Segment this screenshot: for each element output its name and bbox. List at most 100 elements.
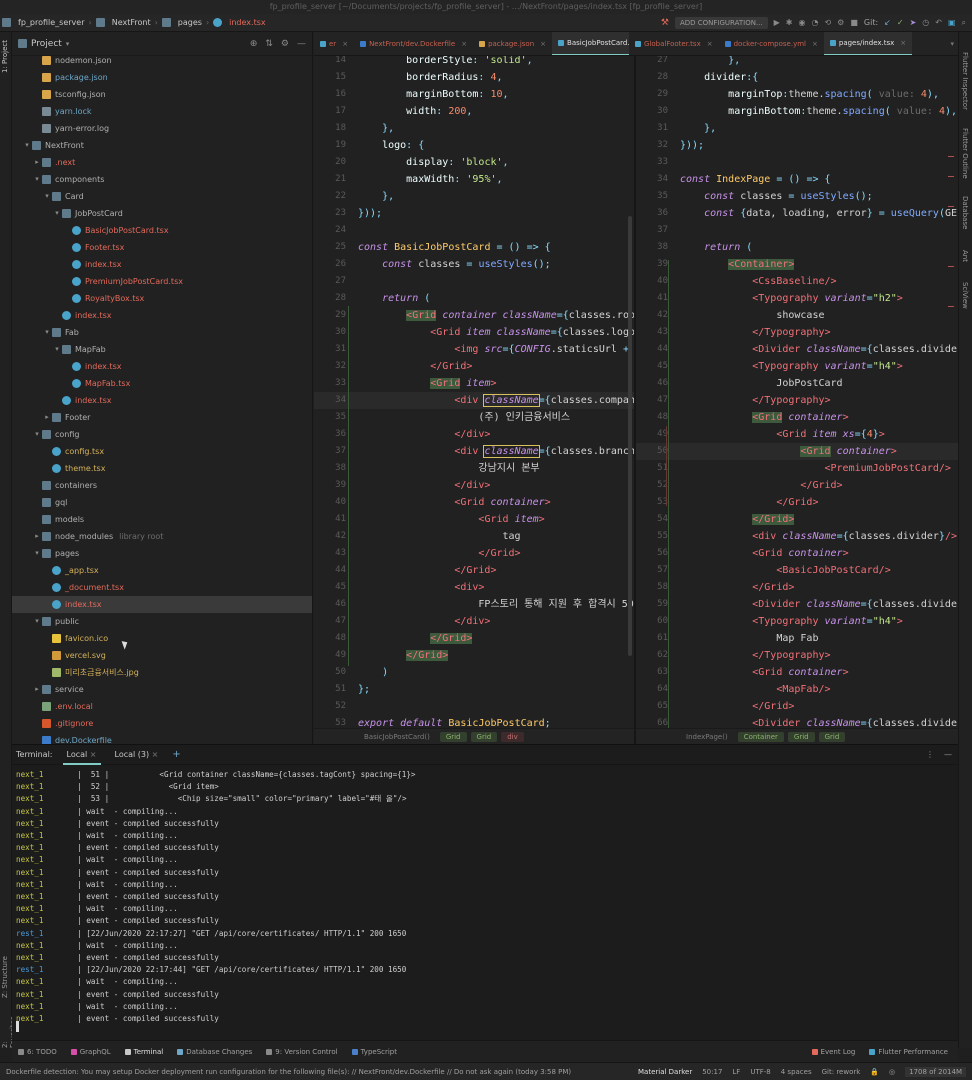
code-line[interactable]: </Grid> <box>358 647 449 664</box>
code-line[interactable]: <MapFab/> <box>680 681 830 698</box>
editor-tab[interactable]: package.json × <box>473 32 552 55</box>
chevron-icon[interactable]: ▾ <box>42 324 52 341</box>
chevron-icon[interactable]: ▾ <box>32 426 42 443</box>
editor-tab[interactable]: er × <box>314 32 354 55</box>
code-line[interactable]: }, <box>358 120 394 137</box>
code-line[interactable]: <Grid container> <box>680 545 848 562</box>
code-line[interactable]: borderRadius: 4, <box>358 69 502 86</box>
tool-window-database-changes[interactable]: Database Changes <box>177 1048 252 1056</box>
editor-tab[interactable]: NextFront/dev.Dockerfile × <box>354 32 473 55</box>
ant-tool-button[interactable]: Ant <box>961 250 969 262</box>
code-line[interactable]: })); <box>358 205 382 222</box>
chevron-icon[interactable]: ▸ <box>42 409 52 426</box>
code-line[interactable]: logo: { <box>358 137 424 154</box>
code-line[interactable]: marginBottom: 10, <box>358 86 508 103</box>
breadcrumb-item[interactable]: Container <box>737 731 784 742</box>
terminal-output[interactable]: next_1 | 51 | <Grid container className=… <box>12 769 958 1041</box>
collapse-icon[interactable]: ⇅ <box>265 39 273 49</box>
debug-icon[interactable]: ✱ <box>786 18 793 27</box>
git-history-icon[interactable]: ◷ <box>922 18 929 27</box>
code-line[interactable]: <Grid item> <box>358 375 497 392</box>
new-terminal-button[interactable]: + <box>172 749 180 760</box>
code-line[interactable]: marginBottom:theme.spacing( value: 4), <box>680 103 957 120</box>
tree-item[interactable]: BasicJobPostCard.tsx <box>12 222 312 239</box>
tree-item[interactable]: gql <box>12 494 312 511</box>
line-number-gutter[interactable]: 27 28 29 30 31 32 33 34 35 36 37 38 39 40 41 42 43 44 45 46… <box>636 56 680 728</box>
code-line[interactable]: width: 200, <box>358 103 472 120</box>
profile-icon[interactable]: ◔ <box>811 18 818 27</box>
code-line[interactable]: <CssBaseline/> <box>680 273 836 290</box>
code-line[interactable]: (주) 인키금융서비스 <box>358 409 570 426</box>
tree-item[interactable]: tsconfig.json <box>12 86 312 103</box>
code-line[interactable]: </Grid> <box>680 494 818 511</box>
chevron-icon[interactable]: ▾ <box>32 171 42 188</box>
line-number-gutter[interactable]: 14 15 16 17 18 19 20 21 22 23 24 25 26 27 28 29 30 31 32 33… <box>314 56 358 728</box>
tree-item[interactable]: ▾ config <box>12 426 312 443</box>
tree-item[interactable]: ▸ .next <box>12 154 312 171</box>
memory-indicator[interactable]: 1708 of 2014M <box>905 1066 966 1077</box>
gear-icon[interactable]: ⚙ <box>281 39 289 49</box>
breadcrumb-item[interactable]: Grid <box>439 731 467 742</box>
editor-tab[interactable]: pages/index.tsx × <box>823 32 913 55</box>
terminal-tab-local-3[interactable]: Local (3) × <box>111 750 163 759</box>
code-line[interactable]: </div> <box>358 613 490 630</box>
breadcrumb-item[interactable]: Grid <box>818 731 846 742</box>
tree-item[interactable]: ▾ Fab <box>12 324 312 341</box>
hide-icon[interactable]: — <box>297 39 306 49</box>
code-line[interactable]: <PremiumJobPostCard/> <box>680 460 951 477</box>
code-line[interactable]: </Grid> <box>358 630 473 647</box>
code-line[interactable]: <img src={CONFIG.staticsUrl + <box>358 341 629 358</box>
code-line[interactable]: <Grid container> <box>358 494 550 511</box>
chevron-icon[interactable]: ▾ <box>32 613 42 630</box>
tree-item[interactable]: models <box>12 511 312 528</box>
editor-scrollbar[interactable] <box>628 216 632 656</box>
git-update-icon[interactable]: ↙ <box>884 18 891 27</box>
code-line[interactable]: </Grid> <box>680 511 795 528</box>
breadcrumb-file[interactable]: index.tsx <box>211 18 267 27</box>
code-line[interactable]: })); <box>680 137 704 154</box>
indent-setting[interactable]: 4 spaces <box>781 1068 812 1076</box>
git-branch[interactable]: Git: rework <box>822 1068 861 1076</box>
code-line[interactable]: <div className={classes.divider}/> <box>680 528 957 545</box>
code-line[interactable]: </Typography> <box>680 647 830 664</box>
right-code-editor[interactable]: 27 28 29 30 31 32 33 34 35 36 37 38 39 40 41 42 43 44 45 46… <box>636 56 958 728</box>
tree-item[interactable]: dev.Dockerfile <box>12 732 312 744</box>
code-line[interactable]: </div> <box>358 426 490 443</box>
code-line[interactable]: const BasicJobPostCard = () => { <box>358 239 551 256</box>
breadcrumb-item[interactable]: Grid <box>470 731 498 742</box>
more-options-icon[interactable]: ⋮ <box>926 750 934 759</box>
tree-item[interactable]: PremiumJobPostCard.tsx <box>12 273 312 290</box>
search-everywhere-icon[interactable]: ⌕ <box>962 18 966 28</box>
event-icon[interactable]: ◎ <box>889 1068 895 1076</box>
error-stripe-mark[interactable] <box>948 176 954 177</box>
minimize-icon[interactable]: — <box>944 750 952 759</box>
tool-window-event-log[interactable]: Event Log <box>811 1048 855 1056</box>
tree-item[interactable]: RoyaltyBox.tsx <box>12 290 312 307</box>
close-icon[interactable]: × <box>540 40 546 48</box>
code-line[interactable]: }; <box>358 681 370 698</box>
code-line[interactable]: }, <box>680 120 716 137</box>
code-line[interactable]: maxWidth: '95%', <box>358 171 502 188</box>
code-line[interactable]: <Grid item> <box>358 511 544 528</box>
code-line[interactable]: borderStyle: 'solid', <box>358 56 532 69</box>
close-icon[interactable]: × <box>900 39 906 47</box>
tool-window-9-version-control[interactable]: 9: Version Control <box>266 1048 338 1056</box>
code-line[interactable]: <Typography variant="h2"> <box>680 290 903 307</box>
tree-item[interactable]: 미리초금융서비스.jpg <box>12 664 312 681</box>
editor-splitter[interactable] <box>634 56 636 744</box>
status-message[interactable]: Dockerfile detection: You may setup Dock… <box>6 1068 571 1076</box>
code-area[interactable]: }, divider:{ marginTop:theme.spacing( va… <box>680 56 958 728</box>
git-push-icon[interactable]: ➤ <box>910 18 917 27</box>
tree-item[interactable]: ▾ MapFab <box>12 341 312 358</box>
editor-tab[interactable]: docker-compose.yml × <box>719 32 824 55</box>
tree-item[interactable]: package.json <box>12 69 312 86</box>
code-line[interactable]: showcase <box>680 307 824 324</box>
code-line[interactable]: </Typography> <box>680 392 830 409</box>
hammer-icon[interactable]: ⚒ <box>661 18 669 28</box>
code-line[interactable]: const {data, loading, error} = useQuery(… <box>680 205 957 222</box>
code-line[interactable]: tag <box>358 528 520 545</box>
breadcrumb-item[interactable]: div <box>501 731 524 742</box>
file-encoding[interactable]: UTF-8 <box>750 1068 770 1076</box>
tree-item[interactable]: yarn-error.log <box>12 120 312 137</box>
code-line[interactable]: Map Fab <box>680 630 818 647</box>
